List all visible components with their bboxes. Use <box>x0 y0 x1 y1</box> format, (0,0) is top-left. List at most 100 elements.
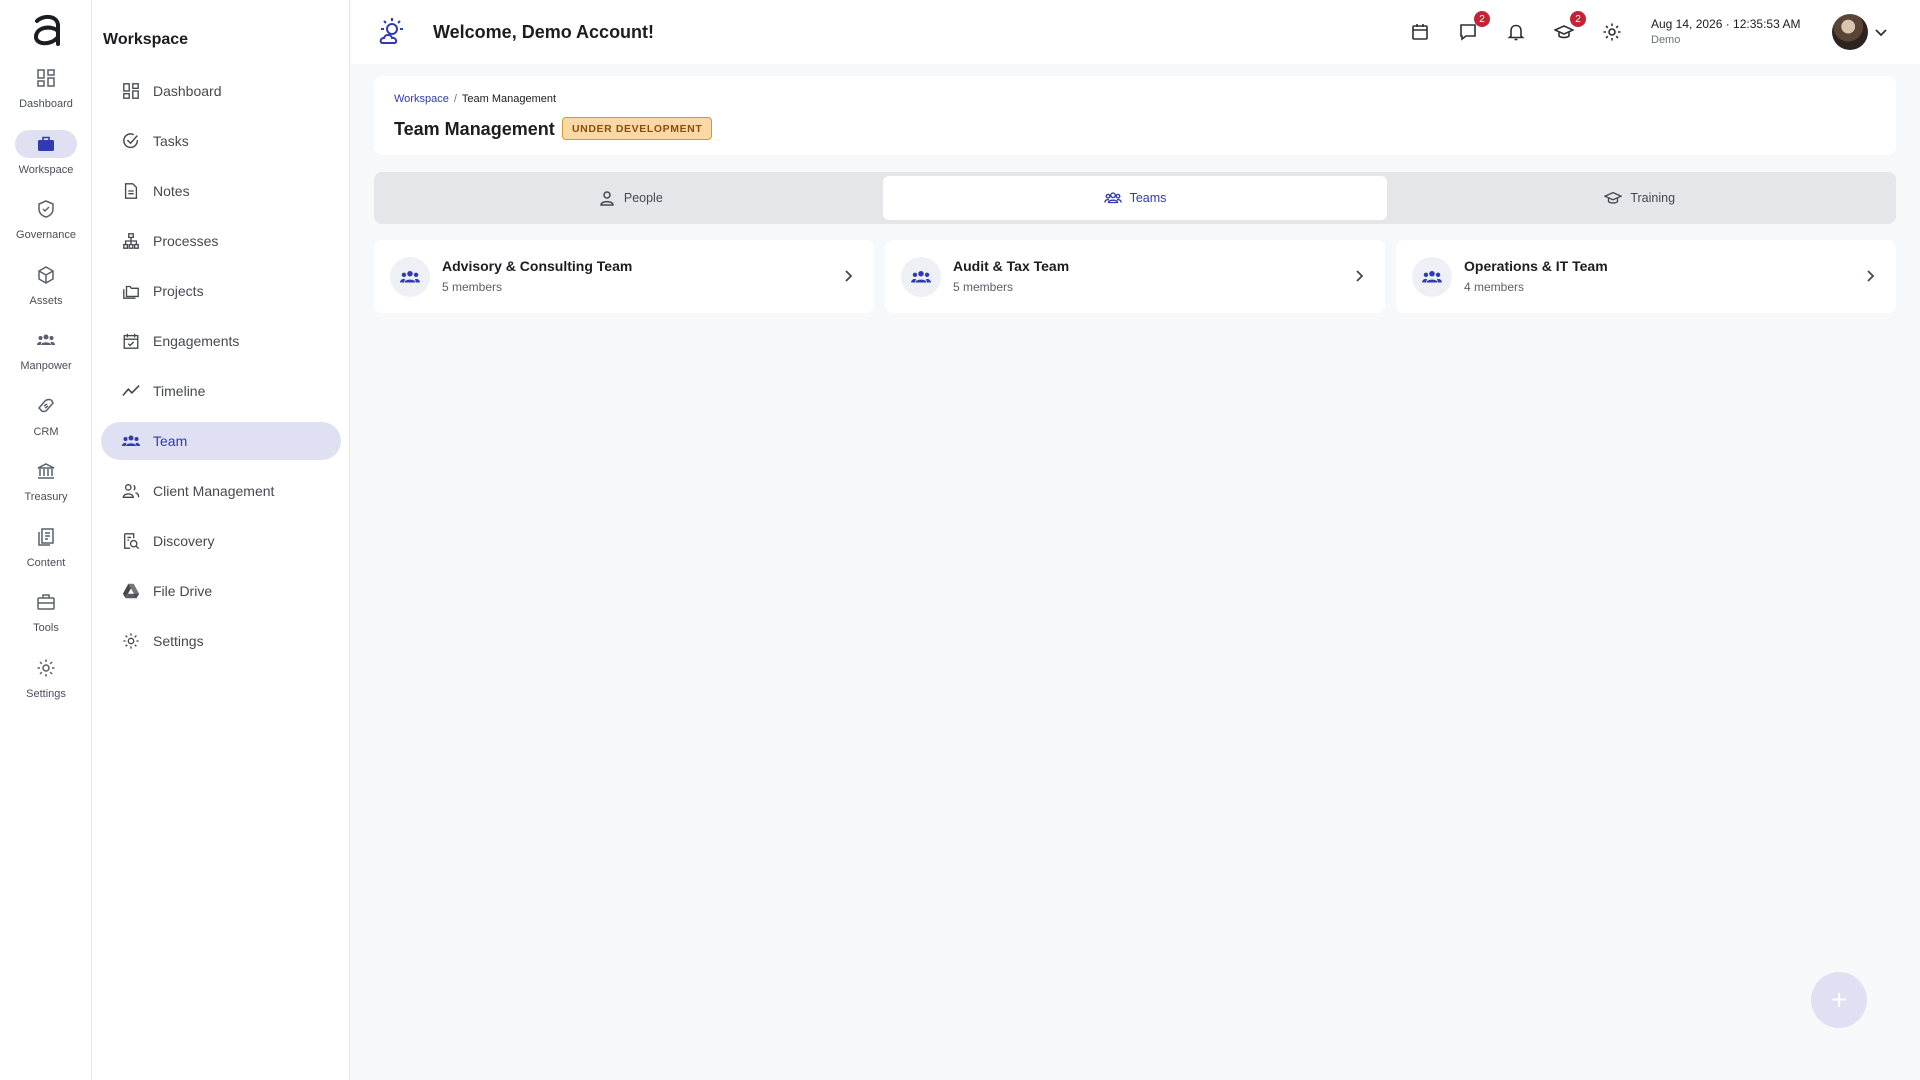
page-title: Team Management <box>394 119 555 139</box>
breadcrumb-separator: / <box>453 93 457 105</box>
team-list: Advisory & Consulting Team 5 members Aud… <box>374 240 1896 313</box>
app-logo[interactable] <box>28 12 64 50</box>
team-card[interactable]: Operations & IT Team 4 members <box>1396 240 1896 313</box>
rail-label: Governance <box>16 229 76 241</box>
calendar-icon <box>1412 24 1428 40</box>
briefcase-icon <box>15 129 77 158</box>
documents-icon <box>15 523 77 551</box>
sidenav-item-dashboard[interactable]: Dashboard <box>101 72 341 110</box>
workspace-sidenav: Workspace Dashboard Tasks Notes Processe… <box>92 0 350 1080</box>
training-badge: 2 <box>1570 11 1586 27</box>
bank-icon <box>15 457 77 485</box>
settings-button[interactable] <box>1600 20 1624 44</box>
sidenav-item-label: Dashboard <box>153 83 222 99</box>
sidenav-item-label: Client Management <box>153 483 275 499</box>
messages-button[interactable]: 2 <box>1456 11 1490 44</box>
sidenav-item-file-drive[interactable]: File Drive <box>101 572 341 610</box>
sidenav-item-team[interactable]: Team <box>101 422 341 460</box>
rail-item-assets[interactable]: Assets <box>0 257 92 323</box>
sidenav-item-discovery[interactable]: Discovery <box>101 522 341 560</box>
calendar-button[interactable] <box>1408 20 1432 44</box>
search-doc-icon <box>121 531 141 551</box>
tab-label: People <box>623 191 663 205</box>
current-datetime: Aug 14, 2026 · 12:35:53 AM <box>1651 17 1801 31</box>
rail-item-content[interactable]: Content <box>0 519 92 585</box>
rail-item-treasury[interactable]: Treasury <box>0 453 92 519</box>
hierarchy-icon <box>121 231 141 251</box>
sidenav-item-projects[interactable]: Projects <box>101 272 341 310</box>
sidenav-item-settings[interactable]: Settings <box>101 622 341 660</box>
drive-icon <box>121 581 141 601</box>
rail-item-tools[interactable]: Tools <box>0 584 92 650</box>
rail-item-crm[interactable]: CRM <box>0 388 92 454</box>
team-member-count: 4 members <box>1464 280 1525 294</box>
rail-label: Tools <box>33 622 59 634</box>
rail-item-governance[interactable]: Governance <box>0 191 92 257</box>
sidenav-item-processes[interactable]: Processes <box>101 222 341 260</box>
sidenav-item-engagements[interactable]: Engagements <box>101 322 341 360</box>
add-fab-button[interactable]: + <box>1811 972 1867 1028</box>
graduation-cap-icon <box>1554 25 1574 39</box>
sidenav-item-label: Team <box>153 433 188 449</box>
team-member-count: 5 members <box>953 280 1014 294</box>
rail-label: Settings <box>26 687 66 700</box>
account-name: Demo <box>1651 34 1681 46</box>
rail-item-dashboard[interactable]: Dashboard <box>0 60 92 126</box>
plus-icon: + <box>1830 984 1848 1015</box>
note-icon <box>121 181 141 201</box>
sidenav-item-timeline[interactable]: Timeline <box>101 372 341 410</box>
breadcrumb-current: Team Management <box>461 93 557 105</box>
team-card[interactable]: Advisory & Consulting Team 5 members <box>374 240 874 313</box>
trend-line-icon <box>121 381 141 401</box>
avatar[interactable] <box>1832 14 1868 50</box>
team-people-icon <box>390 257 430 297</box>
rail-label: Assets <box>29 294 63 307</box>
welcome-message: Welcome, Demo Account! <box>433 22 655 42</box>
tab-people[interactable]: People <box>378 176 883 220</box>
sidenav-item-tasks[interactable]: Tasks <box>101 122 341 160</box>
tab-training[interactable]: Training <box>1387 176 1892 220</box>
sidenav-item-label: Notes <box>153 183 190 199</box>
gear-icon <box>1603 23 1621 41</box>
rail-label: Manpower <box>20 360 72 372</box>
rail-item-workspace[interactable]: Workspace <box>0 126 92 192</box>
team-name: Audit & Tax Team <box>953 258 1070 274</box>
top-header: Welcome, Demo Account! 2 2 Aug 14, 2026 … <box>351 0 1920 64</box>
status-badge: UNDER DEVELOPMENT <box>562 117 713 140</box>
breadcrumb: Workspace / Team Management <box>394 93 556 105</box>
chevron-right-icon <box>1351 268 1367 284</box>
bell-icon <box>1507 24 1525 41</box>
sidenav-item-label: Processes <box>153 233 219 249</box>
client-icon <box>121 481 141 501</box>
team-card[interactable]: Audit & Tax Team 5 members <box>885 240 1385 313</box>
sidenav-title: Workspace <box>103 31 189 48</box>
team-name: Advisory & Consulting Team <box>442 258 633 274</box>
sidenav-item-label: Discovery <box>153 533 215 549</box>
sidenav-item-label: Timeline <box>153 383 206 399</box>
tab-label: Teams <box>1129 191 1167 205</box>
page-header-card: Workspace / Team Management Team Managem… <box>374 76 1896 155</box>
team-member-count: 5 members <box>442 280 503 294</box>
chevron-down-icon[interactable] <box>1873 24 1889 40</box>
chevron-right-icon <box>1862 268 1878 284</box>
sidenav-item-notes[interactable]: Notes <box>101 172 341 210</box>
chat-icon <box>1460 24 1476 41</box>
training-button[interactable]: 2 <box>1552 11 1586 44</box>
sidenav-item-client-management[interactable]: Client Management <box>101 472 341 510</box>
person-icon <box>598 189 616 207</box>
sidenav-item-label: Projects <box>153 283 204 299</box>
rail-item-settings[interactable]: Settings <box>0 650 92 716</box>
rail-label: Content <box>26 556 66 569</box>
graduation-cap-icon <box>1604 189 1623 207</box>
tab-teams[interactable]: Teams <box>882 176 1388 220</box>
toolbox-icon <box>15 588 77 616</box>
grid-icon <box>15 64 77 92</box>
rail-item-manpower[interactable]: Manpower <box>0 322 92 388</box>
breadcrumb-workspace-link[interactable]: Workspace <box>394 93 449 105</box>
check-circle-icon <box>121 131 141 151</box>
people-icon <box>121 431 141 451</box>
notifications-button[interactable] <box>1504 20 1528 44</box>
folders-icon <box>121 281 141 301</box>
sidenav-item-label: Settings <box>153 633 204 649</box>
brand-sun-cloud-icon <box>377 17 409 49</box>
